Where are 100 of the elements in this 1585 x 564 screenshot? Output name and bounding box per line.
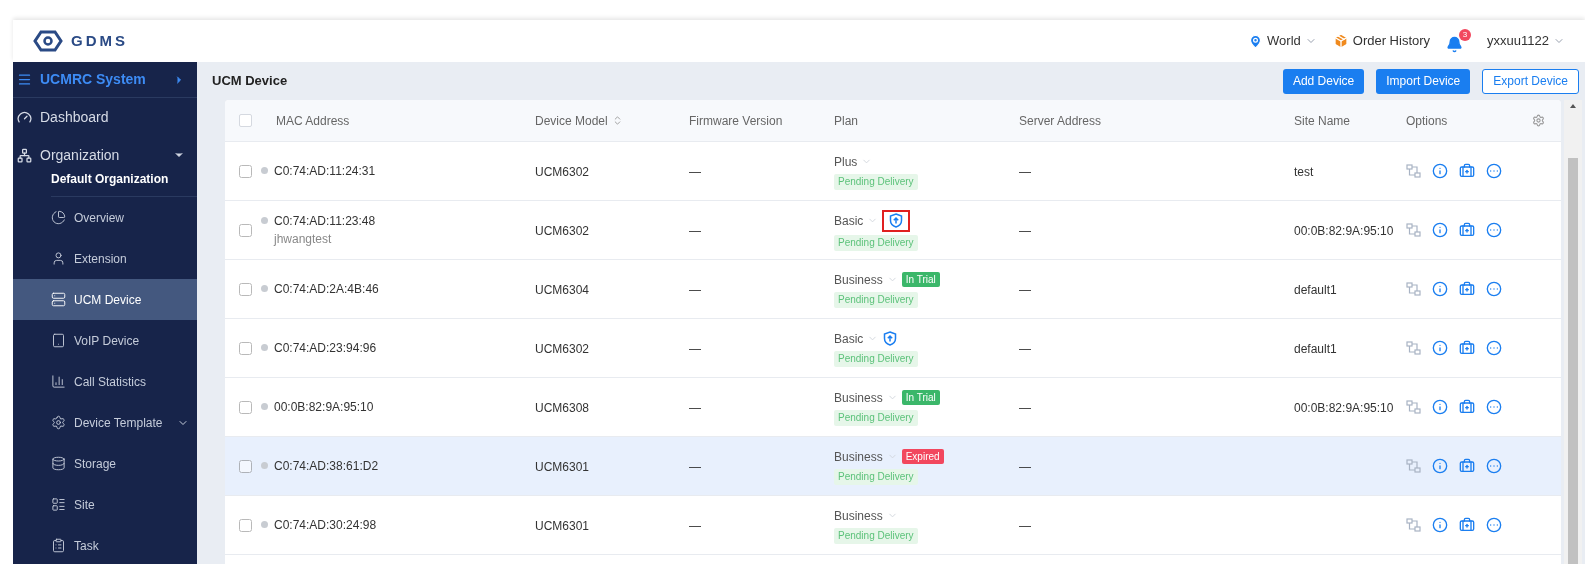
menu-item-icon	[51, 415, 66, 430]
sidebar-item[interactable]: Site	[13, 484, 197, 525]
page-title: UCM Device	[212, 72, 288, 91]
medical-kit-icon[interactable]	[1459, 281, 1475, 297]
user-menu[interactable]: yxxuu1122	[1487, 31, 1565, 51]
medical-kit-icon[interactable]	[1459, 163, 1475, 179]
plan-dropdown[interactable]: Basic	[834, 211, 879, 230]
more-icon[interactable]	[1486, 222, 1502, 238]
info-icon[interactable]	[1432, 281, 1448, 297]
delivery-status-tag: Pending Delivery	[834, 527, 918, 544]
delivery-status-tag: Pending Delivery	[834, 350, 918, 367]
sidebar-item[interactable]: Call Statistics	[13, 361, 197, 402]
shield-arrow-icon	[889, 213, 904, 228]
mac-address: C0:74:AD:38:61:D2	[274, 458, 379, 475]
column-header: Device Model	[535, 112, 608, 130]
more-icon[interactable]	[1486, 281, 1502, 297]
info-icon[interactable]	[1432, 399, 1448, 415]
location-pin-icon	[1248, 33, 1264, 49]
action-button[interactable]: Add Device	[1282, 68, 1365, 94]
settings-icon[interactable]	[1532, 114, 1545, 127]
plan-status-tag: In Trial	[901, 390, 940, 405]
shield-arrow-icon	[883, 331, 898, 346]
info-icon[interactable]	[1432, 163, 1448, 179]
info-icon[interactable]	[1432, 340, 1448, 356]
action-button[interactable]: Export Device	[1482, 68, 1579, 94]
medical-kit-icon[interactable]	[1459, 340, 1475, 356]
plan-dropdown[interactable]: Business	[834, 388, 898, 407]
more-icon[interactable]	[1486, 399, 1502, 415]
mac-address: C0:74:AD:2A:4B:46	[274, 281, 379, 298]
site-name: default1	[1294, 283, 1337, 297]
device-model: UCM6301	[535, 460, 590, 474]
plan-dropdown[interactable]: Business	[834, 270, 898, 289]
firmware-version: —	[689, 342, 701, 356]
device-model: UCM6302	[535, 224, 590, 238]
device-model: UCM6301	[535, 519, 590, 533]
sidebar-item[interactable]: Storage	[13, 443, 197, 484]
plan-dropdown[interactable]: Business	[834, 447, 898, 466]
sidebar-item[interactable]: Device Template	[13, 402, 197, 443]
topology-icon	[1406, 458, 1421, 474]
sidebar-item[interactable]: Extension	[13, 238, 197, 279]
notification-badge: 3	[1459, 29, 1472, 41]
notification-button[interactable]: 3	[1446, 29, 1472, 53]
mac-address: C0:74:AD:11:24:31	[274, 163, 376, 180]
delivery-status-tag: Pending Delivery	[834, 291, 918, 308]
topology-icon	[1406, 517, 1421, 533]
organization-name: Default Organization	[50, 171, 170, 188]
info-icon[interactable]	[1432, 517, 1448, 533]
plan-dropdown[interactable]: Business	[834, 506, 898, 525]
column-header: Server Address	[1019, 112, 1102, 130]
menu-item-icon	[51, 374, 66, 389]
sidebar-item[interactable]: Task	[13, 525, 197, 564]
server-address: —	[1019, 519, 1031, 533]
mac-address: C0:74:AD:23:94:96	[274, 340, 377, 357]
medical-kit-icon[interactable]	[1459, 517, 1475, 533]
more-icon[interactable]	[1486, 340, 1502, 356]
scroll-thumb[interactable]	[1568, 158, 1578, 564]
delivery-status-tag: Pending Delivery	[834, 234, 918, 251]
medical-kit-icon[interactable]	[1459, 222, 1475, 238]
more-icon[interactable]	[1486, 163, 1502, 179]
scrollbar[interactable]	[1564, 100, 1582, 564]
server-address: —	[1019, 460, 1031, 474]
mac-address: 00:0B:82:9A:95:10	[274, 399, 374, 416]
site-name: 00:0B:82:9A:95:10	[1294, 224, 1394, 238]
plan-status-tag: In Trial	[901, 272, 940, 287]
info-icon[interactable]	[1432, 222, 1448, 238]
site-name: 00:0B:82:9A:95:10	[1294, 401, 1394, 415]
plan-status-tag: Expired	[901, 449, 944, 464]
device-model: UCM6304	[535, 283, 590, 297]
hierarchy-icon	[17, 147, 32, 163]
menu-item-icon	[51, 210, 66, 225]
firmware-version: —	[689, 283, 701, 297]
info-icon[interactable]	[1432, 458, 1448, 474]
plan-dropdown[interactable]: Basic	[834, 329, 879, 348]
action-button[interactable]: Import Device	[1376, 68, 1471, 94]
menu-item-icon	[51, 251, 66, 266]
sidebar-item[interactable]: Organization	[13, 136, 197, 174]
sidebar-item[interactable]: UCM Device	[13, 279, 197, 320]
medical-kit-icon[interactable]	[1459, 399, 1475, 415]
logo-text: GDMS	[71, 30, 128, 51]
firmware-version: —	[689, 224, 701, 238]
server-address: —	[1019, 224, 1031, 238]
select-all-checkbox[interactable]	[238, 114, 252, 127]
delivery-status-tag: Pending Delivery	[834, 409, 918, 426]
more-icon[interactable]	[1486, 517, 1502, 533]
sidebar-item[interactable]: Dashboard	[13, 98, 197, 136]
topology-icon	[1406, 340, 1421, 356]
sidebar-item[interactable]: VoIP Device	[13, 320, 197, 361]
menu-icon	[17, 72, 32, 87]
region-selector[interactable]: World	[1248, 31, 1317, 51]
upgrade-button[interactable]	[882, 209, 911, 232]
order-history-link[interactable]: Order History	[1332, 31, 1431, 51]
topology-icon	[1406, 222, 1421, 238]
upgrade-button[interactable]	[882, 330, 899, 347]
plan-dropdown[interactable]: Plus	[834, 152, 873, 171]
medical-kit-icon[interactable]	[1459, 458, 1475, 474]
device-name: jhwangtest	[274, 231, 333, 248]
server-address: —	[1019, 401, 1031, 415]
sidebar-item[interactable]: Overview	[13, 197, 197, 238]
bell-icon	[1446, 36, 1464, 53]
more-icon[interactable]	[1486, 458, 1502, 474]
